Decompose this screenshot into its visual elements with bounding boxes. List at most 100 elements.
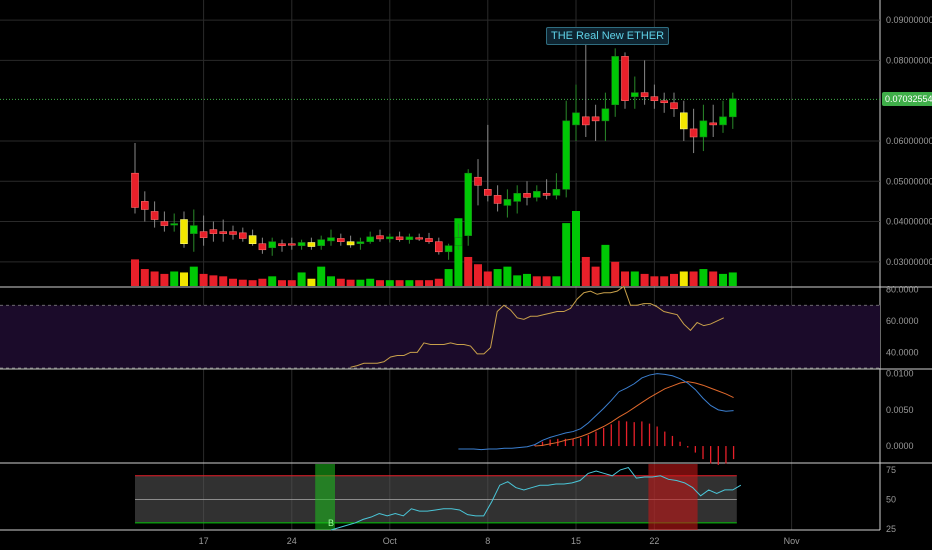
candle-body [434, 241, 443, 253]
candle-body [229, 231, 237, 235]
volume-bar [630, 271, 639, 286]
volume-bar [562, 223, 571, 286]
candle-body [239, 232, 247, 239]
volume-bar [679, 271, 688, 286]
stoch-tick-label: 75 [886, 465, 896, 475]
price-candles [131, 44, 737, 260]
candle-body [209, 229, 218, 234]
time-tick-label: 17 [199, 536, 209, 546]
volume-bar [670, 273, 678, 286]
candle-body [601, 108, 610, 122]
volume-bar [699, 269, 708, 286]
volume-bar [229, 278, 237, 286]
volume-bar [650, 276, 659, 286]
candle-body [141, 201, 149, 210]
volume-bar [140, 269, 149, 286]
volume-bar [611, 261, 620, 286]
price-tick-label: 0.04000000 [886, 217, 932, 227]
time-tick-label: 22 [649, 536, 659, 546]
chart-title-tag: THE Real New ETHER [546, 27, 670, 45]
volume-bar [493, 269, 502, 286]
candle-body [366, 236, 375, 242]
volume-bar [552, 276, 561, 286]
candle-body [464, 172, 473, 236]
candle-body [307, 242, 316, 247]
candle-body [405, 236, 414, 240]
stoch-tick-label: 25 [886, 524, 896, 534]
volume-bar [572, 211, 580, 286]
price-tick-label: 0.03000000 [886, 257, 932, 267]
candle-body [552, 189, 561, 196]
volume-bar [199, 273, 208, 286]
volume-bar [523, 273, 531, 286]
time-tick-label: Nov [784, 536, 801, 546]
time-axis: 1724Oct81522Nov1219 [199, 536, 801, 546]
last-price-label: 0.07032554 [882, 92, 932, 107]
candle-body [679, 112, 688, 130]
volume-bar [415, 280, 424, 286]
candle-body [689, 128, 698, 138]
buy-marker-label: B [328, 518, 334, 528]
volume-bar [356, 279, 365, 286]
rsi-tick-label: 60.0000 [886, 316, 919, 326]
candle-body [670, 102, 678, 110]
volume-bar [660, 276, 669, 286]
candle-body [640, 92, 649, 97]
volume-bar [297, 272, 306, 286]
volume-bar [385, 280, 394, 286]
candle-body [287, 243, 296, 246]
candle-body [199, 231, 208, 238]
volume-bar [532, 276, 541, 286]
sell-zone [648, 464, 698, 530]
time-tick-label: 15 [571, 536, 581, 546]
volume-bar [601, 244, 610, 286]
volume-bar [425, 280, 433, 286]
volume-bar [219, 276, 228, 286]
rsi-tick-label: 80.0000 [886, 285, 919, 295]
candle-body [278, 243, 286, 247]
price-tick-label: 0.08000000 [886, 55, 932, 65]
candle-body [180, 219, 188, 245]
volume-bar [405, 280, 414, 286]
macd-tick-label: 0.0050 [886, 405, 914, 415]
candle-body [297, 242, 306, 247]
candle-body [513, 193, 522, 202]
candle-body [131, 172, 139, 208]
time-tick-label: 8 [485, 536, 490, 546]
candle-body [532, 191, 541, 198]
candle-body [356, 241, 365, 245]
candle-body [385, 236, 394, 240]
volume-bar [542, 276, 551, 286]
candle-body [572, 112, 580, 126]
candle-body [699, 120, 708, 138]
candle-body [503, 199, 512, 206]
volume-bar [209, 275, 218, 286]
volume-bar [689, 271, 698, 286]
volume-bar [346, 279, 355, 286]
volume-bar [248, 280, 257, 286]
volume-bar [503, 266, 512, 286]
candle-body [258, 243, 267, 251]
candle-body [660, 100, 669, 104]
chart-canvas[interactable]: B 0.09000000 0.08000000 0.06000000 0.050000… [0, 0, 932, 550]
time-tick-label: Oct [383, 536, 398, 546]
candle-body [160, 221, 169, 226]
candle-body [474, 176, 482, 186]
volume-bar [150, 271, 159, 286]
volume-bar [474, 264, 482, 286]
candle-body [444, 245, 453, 253]
volume-bar [621, 271, 629, 286]
candle-body [248, 235, 257, 245]
volume-bar [287, 280, 296, 286]
price-tick-label: 0.05000000 [886, 176, 932, 186]
volume-bar [336, 278, 345, 286]
candle-body [395, 236, 404, 240]
candle-body [581, 116, 590, 126]
candle-body [425, 238, 433, 242]
candle-body [219, 231, 227, 234]
volume-bar [591, 266, 600, 286]
price-tick-label: 0.09000000 [886, 15, 932, 25]
stoch-tick-label: 50 [886, 494, 896, 504]
volume-bar [376, 280, 384, 286]
volume-bar [189, 266, 198, 286]
